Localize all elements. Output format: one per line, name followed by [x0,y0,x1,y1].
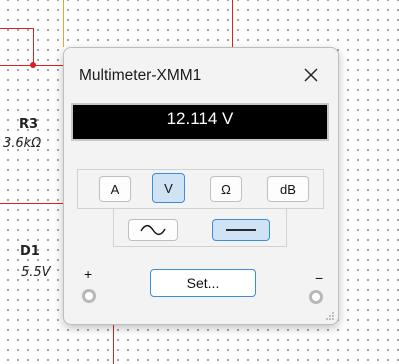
dc-line-icon [226,229,256,231]
wire-red-bottom-vertical [113,323,114,364]
wire-red-top-horizontal [0,28,33,29]
set-button[interactable]: Set... [150,269,256,297]
mode-button-ohms[interactable]: Ω [210,176,242,202]
wire-red-top-right [232,0,233,47]
multimeter-window: Multimeter-XMM1 12.114 V A V Ω dB + − Se… [63,47,339,325]
negative-terminal[interactable] [309,290,323,304]
mode-button-amps[interactable]: A [99,176,131,202]
r3-value: 3.6kΩ [3,136,42,151]
minus-sign: − [315,270,324,286]
positive-terminal[interactable] [82,289,96,303]
ac-wave-icon [140,224,166,236]
r3-label: R3 [19,117,39,132]
close-button[interactable] [296,60,326,90]
measurement-display: 12.114 V [71,103,329,141]
resize-grip-icon[interactable] [325,311,335,321]
close-icon [304,68,318,82]
d1-value: 5.5V [21,265,51,280]
ac-button[interactable] [128,219,178,241]
wire-orange-vertical [63,0,64,47]
d1-label: D1 [20,244,40,259]
mode-button-db[interactable]: dB [267,176,309,202]
junction-dot [30,62,36,68]
window-title: Multimeter-XMM1 [79,67,202,84]
plus-sign: + [84,266,93,282]
dc-button[interactable] [212,219,270,241]
mode-button-volts[interactable]: V [152,173,185,203]
wire-red-top-vertical [33,28,34,65]
wire-red-left-mid [0,203,63,204]
